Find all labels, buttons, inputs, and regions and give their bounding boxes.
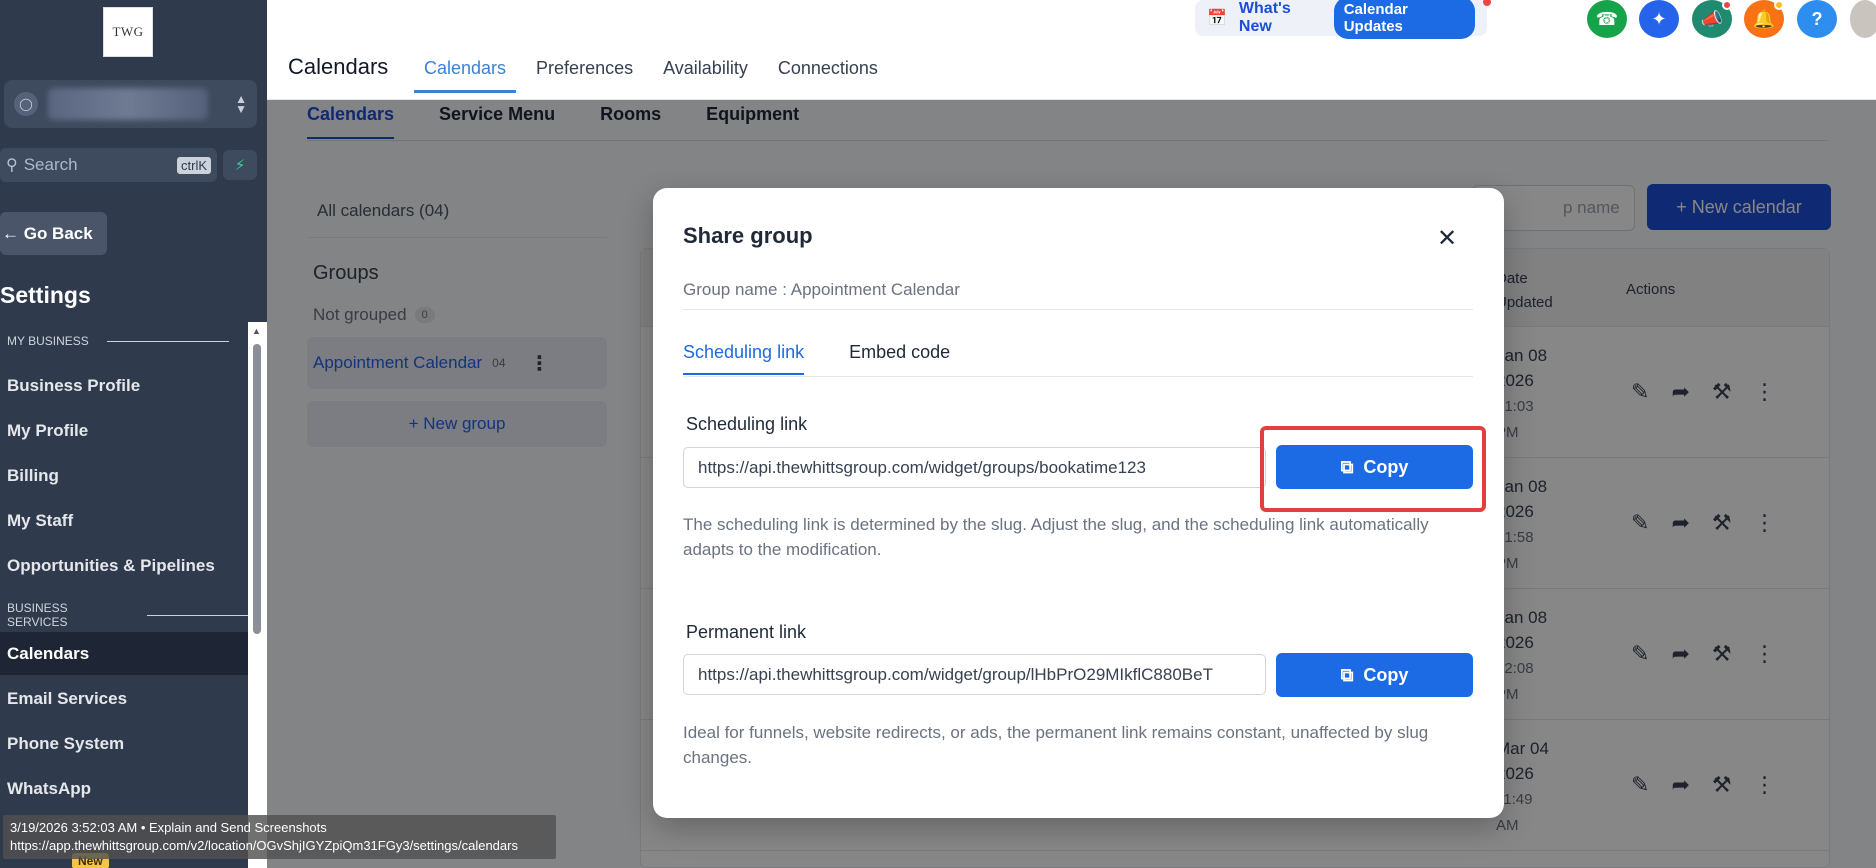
highlight-annotation — [1260, 426, 1486, 512]
scroll-up-arrow-icon[interactable]: ▲ — [252, 326, 261, 336]
section-my-business: MY BUSINESS — [7, 334, 229, 348]
sidebar-item-email-services[interactable]: Email Services — [7, 689, 127, 709]
sidebar-item-business-profile[interactable]: Business Profile — [7, 376, 140, 396]
tab-calendars[interactable]: Calendars — [414, 58, 517, 93]
whats-new-label: What's New — [1238, 0, 1291, 35]
sidebar-item-calendars[interactable]: Calendars — [0, 632, 248, 675]
divider — [683, 309, 1473, 310]
divider — [683, 376, 1473, 377]
scheduling-link-help: The scheduling link is determined by the… — [683, 515, 1429, 559]
scheduling-link-label: Scheduling link — [686, 414, 808, 434]
sidebar-scrollbar[interactable]: ▲ — [248, 322, 267, 868]
scrollbar-thumb[interactable] — [253, 344, 261, 634]
user-icon: ◯ — [14, 92, 38, 116]
page-title: Calendars — [288, 54, 389, 79]
search-placeholder: Search — [23, 155, 78, 174]
copy-label: Copy — [1363, 664, 1409, 685]
share-group-modal: Share group ✕ Group name : Appointment C… — [653, 188, 1504, 818]
status-line-1: 3/19/2026 3:52:03 AM • Explain and Send … — [10, 820, 327, 835]
section-label-text: BUSINESS SERVICES — [7, 601, 68, 629]
scheduling-link-field[interactable]: https://api.thewhittsgroup.com/widget/gr… — [683, 447, 1266, 488]
sidebar-search[interactable]: ⚲ Search ctrlK — [0, 148, 217, 182]
whats-new-banner[interactable]: 📅 What's New Calendar Updates — [1195, 0, 1491, 39]
megaphone-icon[interactable]: 📣 — [1692, 0, 1732, 38]
bell-icon[interactable]: 🔔 — [1744, 0, 1784, 38]
sidebar-item-billing[interactable]: Billing — [7, 466, 59, 486]
calendar-updates-pill[interactable]: Calendar Updates — [1333, 0, 1475, 39]
tab-availability[interactable]: Availability — [663, 58, 748, 93]
section-business-services: BUSINESS SERVICES — [7, 601, 267, 629]
modal-title: Share group — [683, 223, 813, 248]
close-icon[interactable]: ✕ — [1437, 224, 1457, 253]
help-icon[interactable]: ? — [1797, 0, 1837, 38]
account-switcher[interactable]: ◯ ▲ ▼ — [4, 80, 257, 128]
account-name-redacted — [48, 88, 208, 120]
tab-connections[interactable]: Connections — [778, 58, 878, 93]
search-shortcut: ctrlK — [177, 156, 211, 174]
sidebar-item-opportunities[interactable]: Opportunities & Pipelines — [7, 556, 215, 576]
sidebar-item-my-profile[interactable]: My Profile — [7, 421, 88, 441]
chevron-updown-icon: ▲ ▼ — [235, 92, 247, 116]
sidebar: TWG ◯ ▲ ▼ ⚲ Search ctrlK ⚡ ← Go Back Sett… — [0, 0, 267, 868]
copy-permanent-link-button[interactable]: ⧉ Copy — [1276, 653, 1473, 697]
company-logo: TWG — [103, 7, 153, 57]
magic-wand-icon[interactable]: ✦ — [1639, 0, 1679, 38]
modal-tabs: Scheduling link Embed code — [683, 342, 995, 375]
calendar-sparkle-icon: 📅 — [1207, 10, 1227, 27]
sidebar-item-whatsapp[interactable]: WhatsApp — [7, 779, 91, 799]
group-name-label: Group name : Appointment Calendar — [683, 280, 960, 299]
tab-scheduling-link[interactable]: Scheduling link — [683, 342, 805, 375]
phone-icon[interactable]: ☎ — [1587, 0, 1627, 38]
permanent-link-field[interactable]: https://api.thewhittsgroup.com/widget/gr… — [683, 654, 1266, 695]
copy-icon: ⧉ — [1340, 664, 1354, 685]
user-avatar[interactable] — [1850, 0, 1876, 38]
header-tabs: Calendars Preferences Availability Conne… — [414, 58, 908, 93]
sidebar-item-phone-system[interactable]: Phone System — [7, 734, 124, 754]
settings-title: Settings — [0, 282, 91, 308]
go-back-button[interactable]: ← Go Back — [0, 212, 107, 255]
sidebar-item-my-staff[interactable]: My Staff — [7, 511, 73, 531]
permanent-link-help: Ideal for funnels, website redirects, or… — [683, 723, 1429, 767]
tab-embed-code[interactable]: Embed code — [849, 342, 950, 375]
tab-preferences[interactable]: Preferences — [536, 58, 633, 93]
status-line-2: https://app.thewhittsgroup.com/v2/locati… — [10, 838, 518, 853]
notification-dot — [1483, 0, 1491, 6]
search-icon: ⚲ — [6, 157, 18, 174]
screenshot-status-tooltip: 3/19/2026 3:52:03 AM • Explain and Send … — [3, 815, 556, 859]
lightning-icon[interactable]: ⚡ — [223, 150, 257, 180]
permanent-link-label: Permanent link — [686, 622, 807, 642]
top-header: Calendars Calendars Preferences Availabi… — [267, 0, 1876, 100]
section-label-text: MY BUSINESS — [7, 334, 89, 348]
